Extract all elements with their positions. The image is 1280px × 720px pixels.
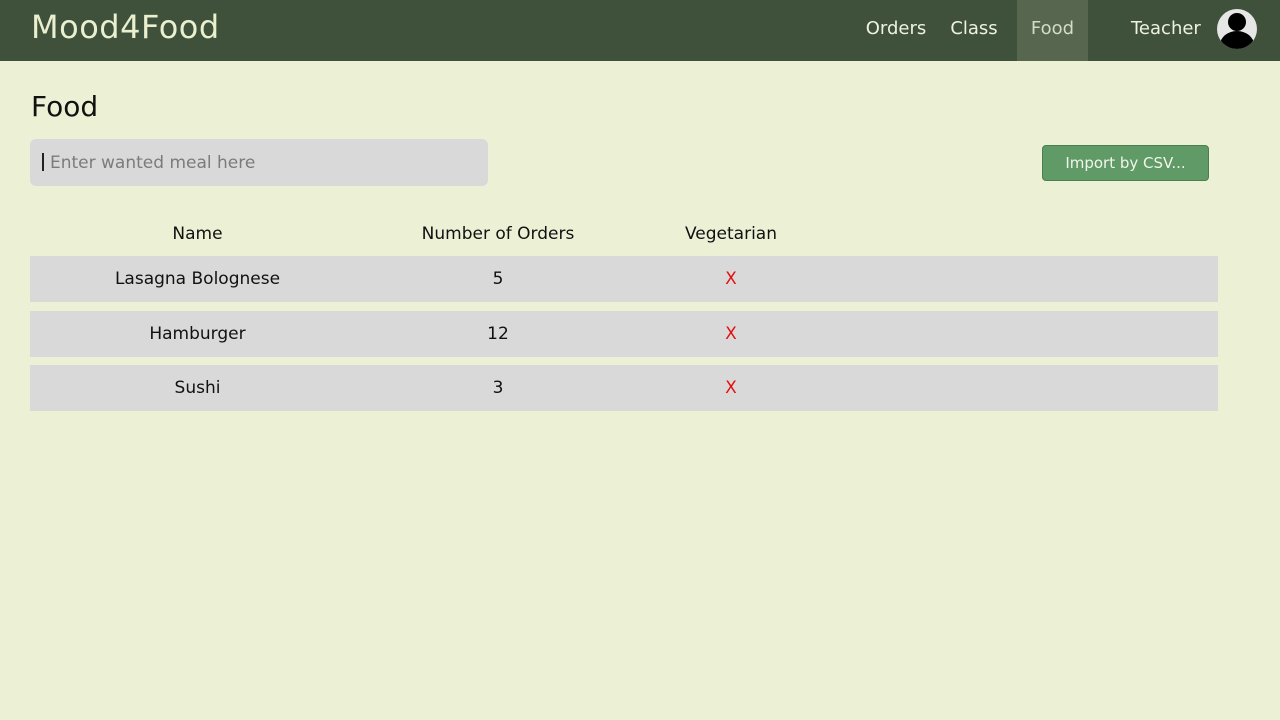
- user-name[interactable]: Teacher: [1131, 0, 1201, 58]
- person-silhouette-icon: [1220, 13, 1254, 49]
- not-vegetarian-icon: X: [725, 269, 737, 289]
- order-count-cell: 12: [487, 324, 509, 344]
- not-vegetarian-icon: X: [725, 324, 737, 344]
- app-logo[interactable]: Mood4Food: [31, 8, 220, 46]
- user-avatar-icon[interactable]: [1217, 9, 1257, 49]
- not-vegetarian-icon: X: [725, 378, 737, 398]
- food-name-cell: Lasagna Bolognese: [114, 269, 281, 289]
- top-navbar: Mood4Food Orders Class Food Teacher: [0, 0, 1280, 61]
- text-cursor: [42, 153, 44, 171]
- nav-class[interactable]: Class: [944, 0, 1004, 61]
- table-row[interactable]: Sushi 3 X: [30, 365, 1218, 411]
- nav-food-active[interactable]: Food: [1017, 0, 1088, 61]
- column-header-name: Name: [172, 224, 223, 244]
- food-name-cell: Hamburger: [149, 324, 246, 344]
- table-row[interactable]: Lasagna Bolognese 5 X: [30, 256, 1218, 302]
- page-title: Food: [31, 90, 99, 123]
- table-row[interactable]: Hamburger 12 X: [30, 311, 1218, 357]
- order-count-cell: 5: [492, 269, 504, 289]
- food-name-cell: Sushi: [174, 378, 221, 398]
- order-count-cell: 3: [492, 378, 504, 398]
- meal-search-input[interactable]: [30, 139, 488, 186]
- column-header-orders: Number of Orders: [421, 224, 575, 244]
- import-csv-button[interactable]: Import by CSV...: [1042, 145, 1209, 181]
- column-header-vegetarian: Vegetarian: [684, 224, 777, 244]
- nav-orders[interactable]: Orders: [858, 0, 934, 61]
